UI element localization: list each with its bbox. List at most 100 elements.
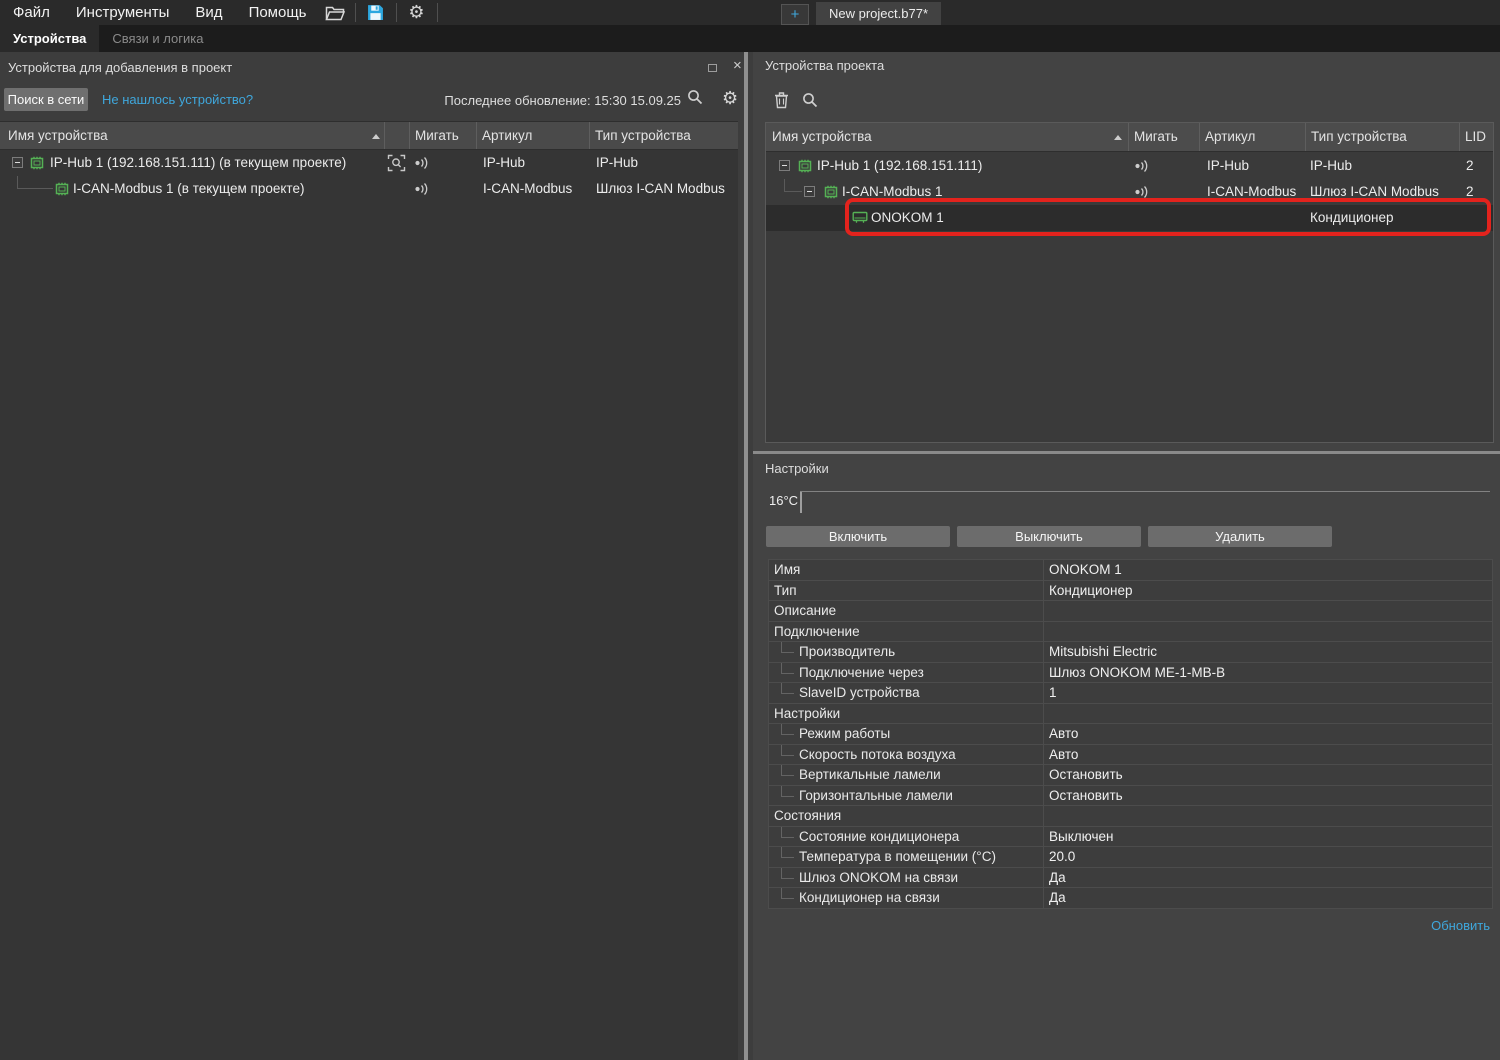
property-label: Тип — [774, 581, 797, 601]
temperature-slider[interactable] — [800, 491, 1490, 512]
column-header-name[interactable]: Имя устройства — [766, 123, 1129, 151]
device-module-icon — [823, 184, 839, 200]
left-table-area — [0, 150, 738, 1060]
refresh-link[interactable]: Обновить — [1431, 918, 1490, 933]
column-header-type[interactable]: Тип устройства — [590, 122, 738, 149]
property-label: Описание — [774, 601, 836, 621]
gear-icon[interactable]: ⚙ — [722, 86, 738, 111]
device-module-icon — [54, 181, 70, 197]
blink-icon[interactable] — [1134, 159, 1152, 173]
device-row-selected[interactable]: ONOKOM 1 Кондиционер — [766, 205, 1493, 231]
blink-icon[interactable] — [414, 156, 432, 170]
column-header-blink[interactable]: Мигать — [1129, 123, 1200, 151]
collapse-icon[interactable] — [779, 160, 790, 171]
delete-device-icon[interactable] — [774, 91, 789, 109]
property-label: Скорость потока воздуха — [799, 745, 956, 765]
device-type: Шлюз I-CAN Modbus — [1310, 179, 1439, 205]
property-row: Режим работы Авто — [769, 724, 1492, 745]
property-value[interactable]: ONOKOM 1 — [1049, 560, 1122, 580]
delete-button[interactable]: Удалить — [1148, 526, 1332, 547]
sort-ascending-icon — [1114, 135, 1122, 140]
device-article: I-CAN-Modbus — [483, 176, 572, 202]
device-module-icon — [797, 158, 813, 174]
property-row: Вертикальные ламели Остановить — [769, 765, 1492, 786]
air-conditioner-icon — [852, 211, 868, 225]
column-header-blink[interactable]: Мигать — [410, 122, 477, 149]
temperature-value-label: 16°C — [769, 493, 798, 508]
property-value: Выключен — [1049, 827, 1113, 847]
turn-on-button[interactable]: Включить — [766, 526, 950, 547]
property-value[interactable]: Шлюз ONOKOM ME-1-MB-B — [1049, 663, 1225, 683]
device-article: I-CAN-Modbus — [1207, 179, 1296, 205]
property-value: Да — [1049, 888, 1066, 908]
panel-separator[interactable] — [753, 451, 1500, 454]
device-type: Кондиционер — [1310, 205, 1394, 231]
property-label: Режим работы — [799, 724, 890, 744]
property-value[interactable]: Кондиционер — [1049, 581, 1133, 601]
turn-off-button[interactable]: Выключить — [957, 526, 1141, 547]
search-icon[interactable] — [687, 89, 703, 105]
project-tab-bar: + New project.b77* — [781, 2, 941, 25]
left-table-header: Имя устройства Мигать Артикул Тип устрой… — [0, 121, 738, 150]
blink-icon[interactable] — [1134, 185, 1152, 199]
device-lid: 2 — [1466, 153, 1474, 179]
column-header-article[interactable]: Артикул — [1200, 123, 1306, 151]
toolbar-separator — [437, 3, 438, 22]
device-row[interactable]: IP-Hub 1 (192.168.151.111) (в текущем пр… — [0, 150, 738, 176]
gear-glyph: ⚙ — [408, 0, 424, 25]
menu-file[interactable]: Файл — [0, 0, 63, 25]
property-value[interactable]: Остановить — [1049, 765, 1123, 785]
panel-splitter[interactable] — [744, 52, 748, 1060]
property-value[interactable]: Авто — [1049, 724, 1078, 744]
column-header-name[interactable]: Имя устройства — [0, 122, 385, 149]
property-value[interactable]: 1 — [1049, 683, 1057, 703]
property-value[interactable]: Mitsubishi Electric — [1049, 642, 1157, 662]
tab-links-logic[interactable]: Связи и логика — [99, 25, 216, 52]
device-name: I-CAN-Modbus 1 (в текущем проекте) — [73, 176, 304, 202]
tab-devices[interactable]: Устройства — [0, 25, 99, 52]
property-value[interactable]: Остановить — [1049, 786, 1123, 806]
device-row[interactable]: I-CAN-Modbus 1 I-CAN-Modbus Шлюз I-CAN M… — [766, 179, 1493, 205]
left-panel-title: Устройства для добавления в проект — [8, 60, 232, 75]
property-row: Состояние кондиционера Выключен — [769, 827, 1492, 848]
property-label: Подключение через — [799, 663, 924, 683]
device-type: IP-Hub — [596, 150, 638, 176]
property-row: SlaveID устройства 1 — [769, 683, 1492, 704]
collapse-icon[interactable] — [12, 157, 23, 168]
undock-icon[interactable] — [708, 64, 717, 72]
settings-gear-icon[interactable]: ⚙ — [402, 0, 432, 25]
collapse-icon[interactable] — [804, 186, 815, 197]
property-row: Тип Кондиционер — [769, 581, 1492, 602]
device-row[interactable]: I-CAN-Modbus 1 (в текущем проекте) I-CAN… — [0, 176, 738, 202]
column-header-article[interactable]: Артикул — [477, 122, 590, 149]
blink-icon[interactable] — [414, 182, 432, 196]
property-row: Описание — [769, 601, 1492, 622]
new-project-tab-button[interactable]: + — [781, 4, 809, 25]
close-icon[interactable]: × — [733, 58, 742, 74]
menu-tools[interactable]: Инструменты — [63, 0, 183, 25]
project-tab[interactable]: New project.b77* — [816, 2, 941, 25]
search-icon[interactable] — [802, 92, 818, 108]
device-name: IP-Hub 1 (192.168.151.111) (в текущем пр… — [50, 150, 346, 176]
column-header-type[interactable]: Тип устройства — [1306, 123, 1460, 151]
identify-scan-icon[interactable] — [387, 154, 406, 172]
column-header-empty[interactable] — [385, 122, 410, 149]
slider-handle[interactable] — [800, 492, 802, 513]
save-icon[interactable] — [361, 0, 391, 25]
menu-view[interactable]: Вид — [182, 0, 235, 25]
column-header-lid[interactable]: LID — [1460, 123, 1493, 151]
right-table-header: Имя устройства Мигать Артикул Тип устрой… — [766, 123, 1493, 152]
property-group-row: Состояния — [769, 806, 1492, 827]
open-folder-icon[interactable] — [320, 0, 350, 25]
refresh-link-row: Обновить — [757, 918, 1494, 933]
device-row[interactable]: IP-Hub 1 (192.168.151.111) IP-Hub IP-Hub… — [766, 153, 1493, 179]
property-row: Горизонтальные ламели Остановить — [769, 786, 1492, 807]
settings-title: Настройки — [765, 461, 829, 476]
property-label: Производитель — [799, 642, 895, 662]
property-row: Температура в помещении (°C) 20.0 — [769, 847, 1492, 868]
menu-help[interactable]: Помощь — [236, 0, 320, 25]
property-value[interactable]: Авто — [1049, 745, 1078, 765]
property-label: Имя — [774, 560, 800, 580]
property-row: Производитель Mitsubishi Electric — [769, 642, 1492, 663]
project-devices-table: Имя устройства Мигать Артикул Тип устрой… — [765, 122, 1494, 443]
